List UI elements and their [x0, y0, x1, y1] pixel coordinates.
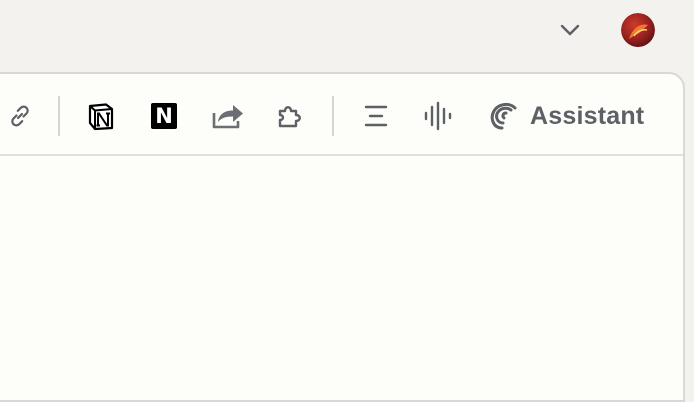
- toolbar-separator: [58, 96, 60, 136]
- title-bar: [0, 0, 694, 72]
- align-center-icon[interactable]: [358, 98, 394, 134]
- waveform-icon[interactable]: [420, 98, 456, 134]
- assistant-button[interactable]: Assistant: [488, 98, 668, 134]
- page-content: [0, 156, 683, 402]
- share-icon[interactable]: [208, 98, 248, 134]
- assistant-icon: [488, 101, 518, 131]
- puzzle-icon[interactable]: [272, 98, 308, 134]
- link-icon[interactable]: [2, 98, 38, 134]
- notion-outline-icon[interactable]: [83, 98, 119, 134]
- assistant-label: Assistant: [530, 101, 645, 130]
- notion-letter: N: [151, 103, 177, 129]
- profile-avatar[interactable]: [621, 13, 655, 47]
- browser-window: N Assistant: [0, 72, 685, 402]
- chevron-down-icon[interactable]: [556, 18, 584, 42]
- toolbar-separator: [332, 96, 334, 136]
- notion-icon[interactable]: N: [146, 98, 182, 134]
- toolbar: N Assistant: [0, 74, 683, 156]
